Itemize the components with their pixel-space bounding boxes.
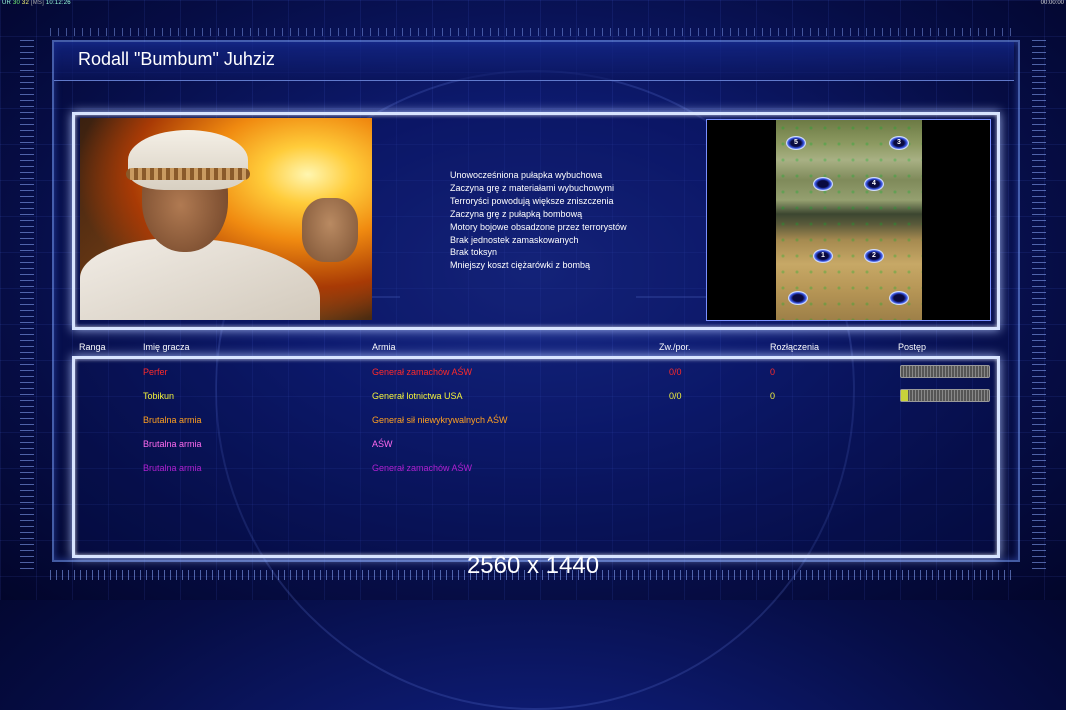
spawn-point-5: 5 — [786, 136, 806, 150]
resolution-label: 2560 x 1440 — [466, 552, 600, 579]
ruler-left — [20, 40, 34, 570]
header-player-name: Imię gracza — [143, 342, 190, 352]
player-army: Generał zamachów AŚW — [372, 463, 473, 473]
spawn-point-3: 3 — [889, 136, 909, 150]
game-clock: 00:00:00 — [1040, 0, 1064, 6]
player-name: Tobikun — [143, 391, 175, 401]
server-tag: [MS] — [30, 0, 44, 6]
feature-item: Unowocześniona pułapka wybuchowa — [450, 170, 603, 180]
feature-item: Zaczyna grę z materiałami wybuchowymi — [450, 182, 615, 193]
portrait-robe — [80, 238, 320, 320]
player-army: Generał zamachów AŚW — [372, 367, 473, 377]
status-time: 10:12:26 — [45, 0, 71, 6]
header-progress: Postęp — [898, 342, 927, 352]
feature-item: Brak toksyn — [450, 247, 498, 258]
fps-counter: 30 — [12, 0, 21, 6]
player-disconnects: 0 — [770, 391, 776, 401]
player-name: Perfer — [143, 367, 168, 377]
player-wins-losses: 0/0 — [669, 391, 682, 401]
spawn-point-empty — [813, 177, 833, 191]
map-terrain — [776, 120, 922, 320]
player-army: Generał sił niewykrywalnych AŚW — [372, 415, 508, 425]
feature-item: Motory bojowe obsadzone przez terrorystó… — [450, 221, 627, 232]
status-bar-left: UR 30 32 [MS] 10:12:26 — [2, 0, 71, 6]
portrait-headband — [126, 168, 250, 180]
player-name-title: Rodall "Bumbum" Juhziz — [78, 49, 275, 69]
ruler-top — [50, 28, 1016, 36]
ping-counter: 32 — [21, 0, 29, 6]
feature-item: Brak jednostek zamaskowanych — [450, 234, 579, 245]
player-army: AŚW — [372, 439, 393, 449]
load-progress-fill — [901, 390, 909, 401]
header-wins-losses: Zw./por. — [659, 342, 691, 352]
feature-item: Mniejszy koszt ciężarówki z bombą — [450, 260, 591, 271]
header-army: Armia — [372, 342, 396, 352]
players-table — [72, 356, 1000, 558]
feature-item: Terroryści powodują większe zniszczenia — [450, 195, 614, 206]
spawn-point-empty — [788, 291, 808, 305]
spawn-point-1: 1 — [813, 249, 833, 263]
player-name: Brutalna armia — [143, 463, 202, 473]
player-army: Generał lotnictwa USA — [372, 391, 463, 401]
portrait-turban — [128, 130, 248, 190]
general-portrait — [80, 118, 372, 320]
header-rank: Ranga — [79, 342, 106, 352]
player-name: Brutalna armia — [143, 415, 202, 425]
player-name: Brutalna armia — [143, 439, 202, 449]
player-disconnects: 0 — [770, 367, 776, 377]
header-disconnects: Rozłączenia — [770, 342, 820, 352]
general-features-list: Unowocześniona pułapka wybuchowa Zaczyna… — [450, 169, 627, 272]
spawn-point-2: 2 — [864, 249, 884, 263]
spawn-point-4: 4 — [864, 177, 884, 191]
feature-item: Zaczyna grę z pułapką bombową — [450, 208, 583, 219]
status-prefix: UR — [2, 0, 12, 6]
load-progress-bar — [900, 365, 990, 378]
load-progress-bar — [900, 389, 990, 402]
spawn-point-empty — [889, 291, 909, 305]
player-wins-losses: 0/0 — [669, 367, 682, 377]
portrait-hand — [302, 198, 358, 262]
ruler-right — [1032, 40, 1046, 570]
map-preview: 5 3 4 1 2 — [706, 119, 991, 321]
